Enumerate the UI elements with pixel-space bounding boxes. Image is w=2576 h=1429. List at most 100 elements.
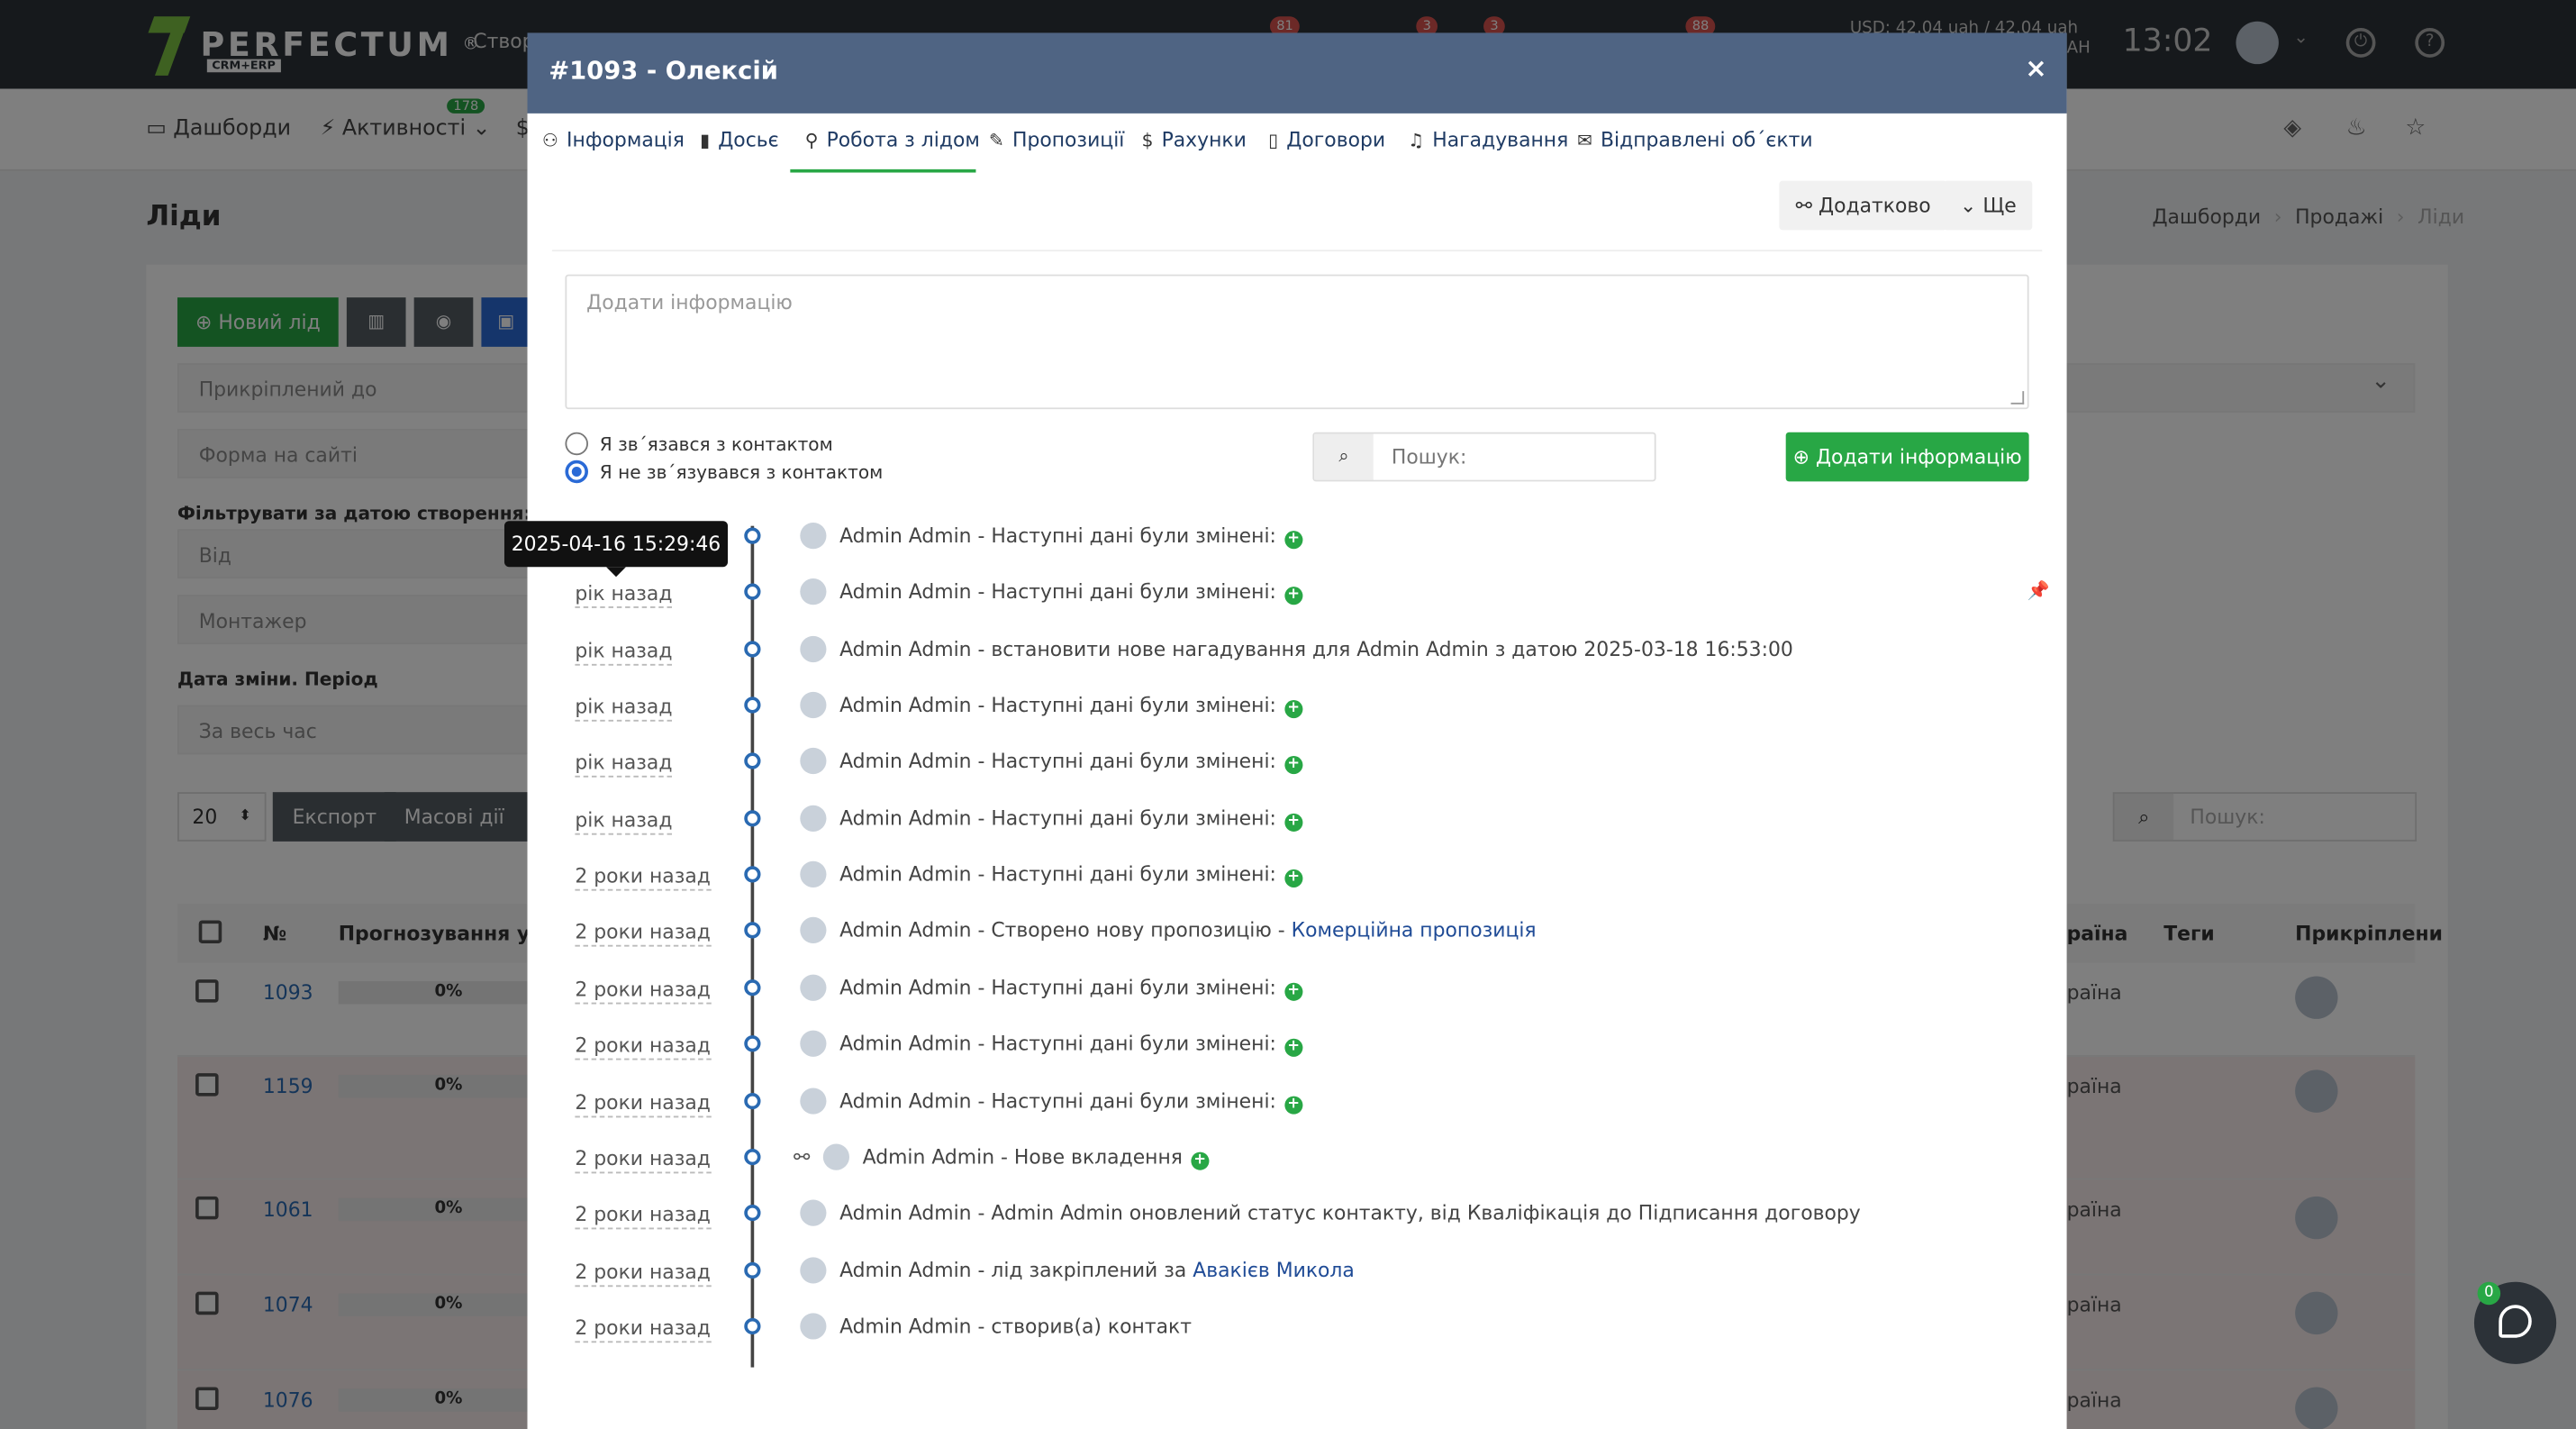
timeline-time[interactable]: 2 роки назад: [575, 1033, 711, 1060]
tab-sent-objects[interactable]: ✉ Відправлені об´єкти: [1577, 128, 1813, 151]
timeline-text: Admin Admin - Наступні дані були змінені…: [839, 694, 1303, 719]
expand-plus-icon[interactable]: +: [1284, 1095, 1303, 1114]
timeline-dot: [744, 866, 761, 883]
timeline-dot: [744, 1035, 761, 1052]
timeline-time[interactable]: 2 роки назад: [575, 1315, 711, 1343]
tab-proposals[interactable]: ✎ Пропозиції: [989, 128, 1124, 151]
more-button[interactable]: ⌄ Ще: [1943, 180, 2034, 231]
file-icon: ▯: [1268, 130, 1279, 151]
tab-dossier[interactable]: ▮ Досьє: [700, 128, 779, 151]
timeline-time[interactable]: рік назад: [575, 637, 673, 666]
timeline-item: 2 роки назад Admin Admin - Наступні дані …: [528, 1030, 2067, 1065]
timeline-item: 2 роки назад Admin Admin - Наступні дані …: [528, 860, 2067, 896]
paperclip-icon[interactable]: ⚯: [794, 1145, 810, 1169]
bulb-icon: ⚲: [804, 130, 819, 151]
timeline-text: Admin Admin - встановити нове нагадуванн…: [839, 637, 1793, 660]
chat-icon: [2499, 1305, 2532, 1338]
timeline-dot: [744, 584, 761, 601]
timeline-text: Admin Admin - Наступні дані були змінені…: [839, 580, 1303, 605]
timeline-item: рік назад Admin Admin - Наступні дані бул…: [528, 578, 2067, 613]
timeline-time[interactable]: 2 роки назад: [575, 863, 711, 891]
radio-button[interactable]: [565, 432, 588, 456]
timeline-dot: [744, 978, 761, 996]
timeline-item: рік назад Admin Admin - встановити нове н…: [528, 635, 2067, 669]
timeline-dot: [744, 1317, 761, 1334]
book-icon: ▮: [700, 130, 711, 151]
timeline-time[interactable]: рік назад: [575, 806, 673, 835]
radio-contacted[interactable]: Я зв´язався з контактом: [565, 432, 833, 456]
timeline-item: рік назад Admin Admin - Наступні дані бул…: [528, 805, 2067, 839]
timeline-time[interactable]: рік назад: [575, 750, 673, 778]
expand-plus-icon[interactable]: +: [1284, 982, 1303, 1001]
avatar: [800, 805, 827, 832]
timeline-time[interactable]: 2 роки назад: [575, 1258, 711, 1287]
timeline-time[interactable]: 2 роки назад: [575, 1145, 711, 1174]
timeline-dot: [744, 1092, 761, 1109]
expand-plus-icon[interactable]: +: [1284, 756, 1303, 775]
timeline-time[interactable]: рік назад: [575, 580, 673, 609]
expand-plus-icon[interactable]: +: [1284, 869, 1303, 888]
divider: [551, 250, 2043, 252]
avatar: [800, 974, 827, 1001]
search-input[interactable]: [1373, 433, 1653, 480]
radio-button-selected[interactable]: [565, 460, 588, 484]
extra-button[interactable]: ⚯ Додатково: [1779, 180, 1947, 231]
timeline-item: 2 роки назад Admin Admin - лід закріплени…: [528, 1256, 2067, 1290]
tab-lead-work[interactable]: ⚲ Робота з лідом: [805, 128, 980, 151]
timeline-text: Admin Admin - Admin Admin оновлений стат…: [839, 1201, 1861, 1225]
expand-plus-icon[interactable]: +: [1284, 531, 1303, 550]
timeline-text: Admin Admin - лід закріплений за Авакієв…: [839, 1258, 1355, 1281]
chat-widget[interactable]: 0: [2473, 1281, 2557, 1364]
timeline-time[interactable]: 2 роки назад: [575, 1202, 711, 1230]
chat-badge: 0: [2477, 1281, 2501, 1306]
add-info-button[interactable]: ⊕ Додати інформацію: [1785, 432, 2029, 482]
avatar: [800, 860, 827, 888]
timeline-text: Admin Admin - Наступні дані були змінені…: [839, 750, 1303, 775]
timeline-link[interactable]: Авакієв Микола: [1193, 1258, 1355, 1281]
mail-icon: ✉: [1577, 130, 1592, 151]
timeline-time[interactable]: 2 роки назад: [575, 1088, 711, 1117]
timeline-time[interactable]: рік назад: [575, 694, 673, 722]
dollar-icon: $: [1141, 130, 1154, 151]
tab-information[interactable]: ⚇ Інформація: [542, 128, 685, 151]
timeline-dot: [744, 1261, 761, 1279]
timeline-text: Admin Admin - Створено нову пропозицію -…: [839, 919, 1537, 942]
timeline-text: Admin Admin - створив(а) контакт: [839, 1315, 1192, 1338]
avatar: [800, 578, 827, 605]
expand-plus-icon[interactable]: +: [1191, 1151, 1210, 1170]
timeline-time[interactable]: 2 роки назад: [575, 976, 711, 1005]
expand-plus-icon[interactable]: +: [1284, 813, 1303, 832]
expand-plus-icon[interactable]: +: [1284, 1039, 1303, 1058]
modal-header: #1093 - Олексій ×: [527, 32, 2067, 114]
expand-plus-icon[interactable]: +: [1284, 700, 1303, 719]
timeline-item: рік назад Admin Admin - Наступні дані бул…: [528, 748, 2067, 782]
lead-modal: #1093 - Олексій × ⚇ Інформація ▮ Досьє ⚲ Ро…: [527, 32, 2067, 1429]
timeline-text: Admin Admin - Наступні дані були змінені…: [839, 806, 1303, 832]
tab-reminders[interactable]: ♫ Нагадування: [1408, 128, 1568, 151]
expand-plus-icon[interactable]: +: [1284, 587, 1303, 605]
timeline-dot: [744, 527, 761, 544]
timeline-link[interactable]: Комерційна пропозиція: [1292, 919, 1537, 942]
timeline-item: 2 роки назад ⚯ Admin Admin - Нове вкладенн…: [528, 1143, 2067, 1178]
timeline-time[interactable]: 2 роки назад: [575, 919, 711, 948]
bell-icon: ♫: [1408, 130, 1425, 151]
chevron-down-icon: ⌄: [1960, 194, 1977, 217]
info-textarea[interactable]: Додати інформацію: [565, 274, 2029, 410]
pin-icon[interactable]: 📌: [2027, 580, 2050, 602]
tab-contracts[interactable]: ▯ Договори: [1268, 128, 1385, 151]
timeline-search: ⌕: [1312, 432, 1656, 482]
timeline-item: 2 роки назад Admin Admin - Наступні дані …: [528, 1087, 2067, 1121]
timeline-text: Admin Admin - Наступні дані були змінені…: [839, 863, 1303, 888]
avatar: [822, 1143, 850, 1170]
tab-invoices[interactable]: $ Рахунки: [1142, 128, 1247, 151]
timeline-dot: [744, 809, 761, 827]
radio-not-contacted[interactable]: Я не зв´язувався з контактом: [565, 460, 883, 484]
timeline-text: Admin Admin - Наступні дані були змінені…: [839, 1088, 1303, 1114]
timeline-dot: [744, 1205, 761, 1222]
close-icon[interactable]: ×: [2025, 52, 2046, 84]
timeline-text: Admin Admin - Наступні дані були змінені…: [839, 1033, 1303, 1058]
avatar: [800, 748, 827, 775]
active-tab-indicator: [790, 168, 976, 173]
user-icon: ⚇: [541, 130, 558, 151]
timeline-dot: [744, 696, 761, 714]
